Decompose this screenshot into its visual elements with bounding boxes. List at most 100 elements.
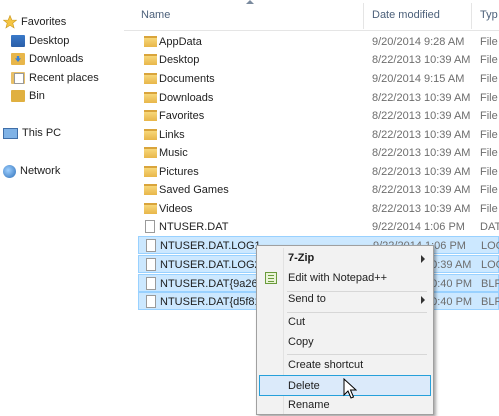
- file-row[interactable]: Videos 8/22/2013 10:39 AM File: [138, 200, 499, 218]
- bin-icon: [11, 90, 25, 102]
- file-name: NTUSER.DAT.LOG1: [160, 240, 261, 252]
- file-type: File: [480, 36, 498, 48]
- folder-icon: [144, 73, 157, 84]
- file-date: 8/22/2013 10:39 AM: [372, 110, 471, 122]
- file-name: NTUSER.DAT: [159, 221, 229, 233]
- file-date: 9/20/2014 9:28 AM: [372, 36, 465, 48]
- menu-item-label: Delete: [288, 380, 320, 392]
- file-name: Favorites: [159, 110, 205, 122]
- file-date: 8/22/2013 10:39 AM: [372, 147, 471, 159]
- file-row[interactable]: Pictures 8/22/2013 10:39 AM File: [138, 163, 499, 181]
- nav-bin-label: Bin: [29, 90, 45, 102]
- file-icon: [146, 239, 156, 252]
- star-icon: [3, 15, 17, 29]
- file-type: File: [480, 129, 498, 141]
- nav-favorites[interactable]: Favorites: [3, 13, 66, 31]
- menu-item-create-shortcut[interactable]: Create shortcut: [259, 355, 431, 376]
- file-type: File: [480, 54, 498, 66]
- column-name[interactable]: Name: [141, 0, 170, 30]
- menu-item-edit-notepad[interactable]: Edit with Notepad++: [259, 268, 431, 289]
- nav-this-pc[interactable]: This PC: [3, 124, 61, 142]
- desktop-icon: [11, 35, 25, 47]
- nav-favorites-label: Favorites: [21, 16, 67, 28]
- mouse-pointer-icon: [343, 378, 357, 399]
- file-row[interactable]: Favorites 8/22/2013 10:39 AM File: [138, 107, 499, 125]
- column-header: Name Date modified Typ: [124, 0, 499, 31]
- menu-item-label: 7-Zip: [288, 252, 315, 264]
- file-name: AppData: [159, 36, 202, 48]
- nav-downloads[interactable]: Downloads: [11, 50, 83, 68]
- nav-bin[interactable]: Bin: [11, 87, 45, 105]
- menu-item-label: Copy: [288, 336, 314, 348]
- file-date: 8/22/2013 10:39 AM: [372, 92, 471, 104]
- nav-recent-places[interactable]: Recent places: [11, 69, 99, 87]
- file-date: 8/22/2013 10:39 AM: [372, 129, 471, 141]
- file-name: Desktop: [159, 54, 200, 66]
- file-type: File: [480, 147, 498, 159]
- menu-item-send-to[interactable]: Send to: [259, 289, 431, 310]
- file-type: File: [480, 203, 498, 215]
- nav-network-label: Network: [20, 165, 61, 177]
- file-type: LOG: [481, 259, 499, 271]
- menu-item-label: Rename: [288, 399, 330, 411]
- recent-places-icon: [11, 72, 25, 84]
- file-row[interactable]: AppData 9/20/2014 9:28 AM File: [138, 33, 499, 51]
- folder-icon: [144, 36, 157, 47]
- folder-icon: [144, 147, 157, 158]
- file-row[interactable]: Saved Games 8/22/2013 10:39 AM File: [138, 181, 499, 199]
- menu-item-label: Cut: [288, 316, 306, 328]
- nav-desktop[interactable]: Desktop: [11, 32, 69, 50]
- file-row[interactable]: Desktop 8/22/2013 10:39 AM File: [138, 51, 499, 69]
- file-icon: [146, 277, 156, 290]
- nav-desktop-label: Desktop: [29, 35, 70, 47]
- file-type: DAT: [480, 221, 499, 233]
- submenu-arrow-icon: [421, 296, 425, 304]
- file-date: 9/20/2014 9:15 AM: [372, 73, 465, 85]
- network-icon: [3, 164, 16, 178]
- file-name: Pictures: [159, 166, 199, 178]
- file-name: NTUSER.DAT.LOG2: [160, 259, 261, 271]
- menu-item-label: Send to: [288, 293, 326, 305]
- file-name: NTUSER.DAT{d5f817: [160, 296, 267, 308]
- nav-this-pc-label: This PC: [22, 127, 62, 139]
- file-icon: [146, 258, 156, 271]
- menu-item-7zip[interactable]: 7-Zip: [259, 248, 431, 269]
- file-type: LOG: [481, 240, 499, 252]
- file-name: Links: [159, 129, 185, 141]
- nav-network[interactable]: Network: [3, 162, 60, 180]
- folder-icon: [144, 110, 157, 121]
- file-type: BLF: [481, 296, 499, 308]
- file-row[interactable]: Music 8/22/2013 10:39 AM File: [138, 144, 499, 162]
- computer-icon: [3, 127, 18, 139]
- menu-item-cut[interactable]: Cut: [259, 312, 431, 333]
- notepad-plus-plus-icon: [265, 272, 277, 284]
- column-divider[interactable]: [471, 3, 472, 29]
- file-row[interactable]: NTUSER.DAT 9/22/2014 1:06 PM DAT: [138, 218, 499, 236]
- file-type: File: [480, 73, 498, 85]
- menu-item-label: Create shortcut: [288, 359, 364, 371]
- navigation-pane: Favorites Desktop Downloads Recent place…: [0, 0, 124, 405]
- folder-icon: [144, 166, 157, 177]
- file-date: 8/22/2013 10:39 AM: [372, 166, 471, 178]
- file-name: Documents: [159, 73, 215, 85]
- nav-downloads-label: Downloads: [29, 53, 84, 65]
- file-date: 8/22/2013 10:39 AM: [372, 54, 471, 66]
- file-row[interactable]: Downloads 8/22/2013 10:39 AM File: [138, 89, 499, 107]
- file-row[interactable]: Documents 9/20/2014 9:15 AM File: [138, 70, 499, 88]
- file-icon: [145, 220, 155, 233]
- folder-icon: [144, 184, 157, 195]
- menu-item-copy[interactable]: Copy: [259, 332, 431, 353]
- column-divider[interactable]: [363, 3, 364, 29]
- column-date-modified[interactable]: Date modified: [372, 0, 440, 30]
- file-type: File: [480, 184, 498, 196]
- file-date: 9/22/2014 1:06 PM: [372, 221, 465, 233]
- file-type: File: [480, 92, 498, 104]
- column-type[interactable]: Typ: [480, 0, 498, 30]
- submenu-arrow-icon: [421, 255, 425, 263]
- file-date: 8/22/2013 10:39 AM: [372, 203, 471, 215]
- folder-icon: [144, 54, 157, 65]
- file-row[interactable]: Links 8/22/2013 10:39 AM File: [138, 126, 499, 144]
- downloads-icon: [11, 53, 25, 65]
- file-type: File: [480, 110, 498, 122]
- menu-item-label: Edit with Notepad++: [288, 272, 388, 284]
